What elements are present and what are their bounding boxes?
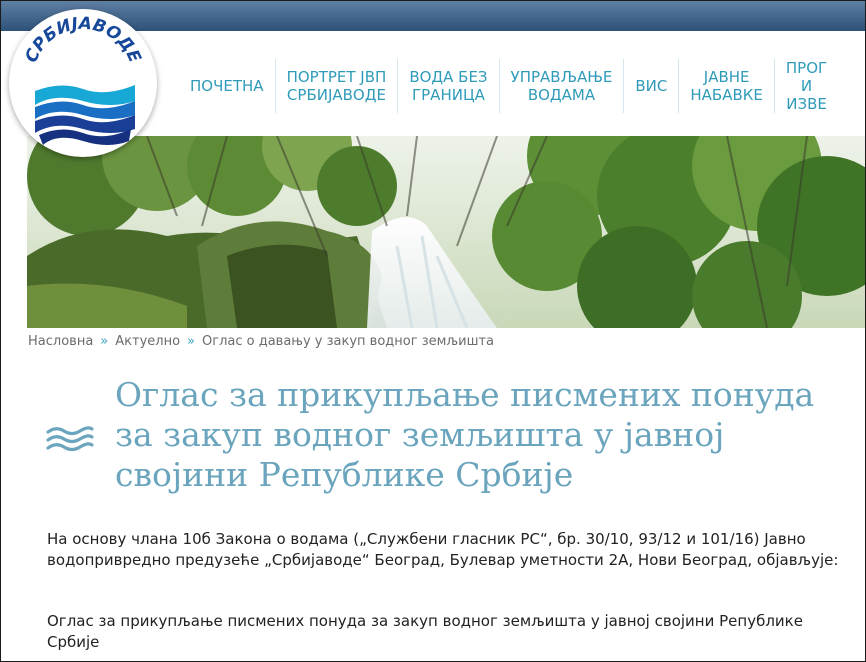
nav-item-programs[interactable]: ПРОГ И ИЗВЕ [773,59,838,113]
nav-item-portrait[interactable]: ПОРТРЕТ ЈВП СРБИЈАВОДЕ [274,59,398,113]
breadcrumb-current: Оглас о давању у закуп водног земљишта [202,334,495,349]
hero-waterfall-image [27,136,865,328]
nav-item-vis[interactable]: ВИС [623,59,678,113]
svg-text:СРБИЈАВОДЕ: СРБИЈАВОДЕ [21,14,144,66]
breadcrumb: Насловна » Актуелно » Оглас о давању у закуп… [28,334,494,349]
nav-item-public-procurement[interactable]: ЈАВНЕ НАБАВКЕ [678,59,774,113]
logo-text: СРБИЈАВОДЕ [21,14,144,66]
breadcrumb-news[interactable]: Актуелно [115,334,180,349]
breadcrumb-separator: » [187,334,195,349]
article-paragraph: На основу члана 10б Закона о водама („Сл… [47,530,839,569]
page-title: Оглас за прикупљање писмених понуда за з… [115,375,815,494]
nav-item-home[interactable]: ПОЧЕТНА [179,59,275,113]
browser-page: СРБИЈАВОДЕ ПОЧЕТНА ПОРТРЕТ ЈВП СРБИЈАВОД… [0,0,866,662]
breadcrumb-separator: » [100,334,109,349]
site-logo[interactable]: СРБИЈАВОДЕ [9,9,157,157]
main-nav: ПОЧЕТНА ПОРТРЕТ ЈВП СРБИЈАВОДЕ ВОДА БЕЗ … [179,59,838,113]
nav-item-water-without-borders[interactable]: ВОДА БЕЗ ГРАНИЦА [397,59,498,113]
breadcrumb-home[interactable]: Насловна [28,334,93,349]
nav-item-water-management[interactable]: УПРАВЉАЊЕ ВОДАМА [498,59,624,113]
waves-icon [46,426,94,458]
article-paragraph: Оглас за прикупљање писмених понуда за з… [47,612,803,651]
waves-icon: СРБИЈАВОДЕ [21,14,145,147]
